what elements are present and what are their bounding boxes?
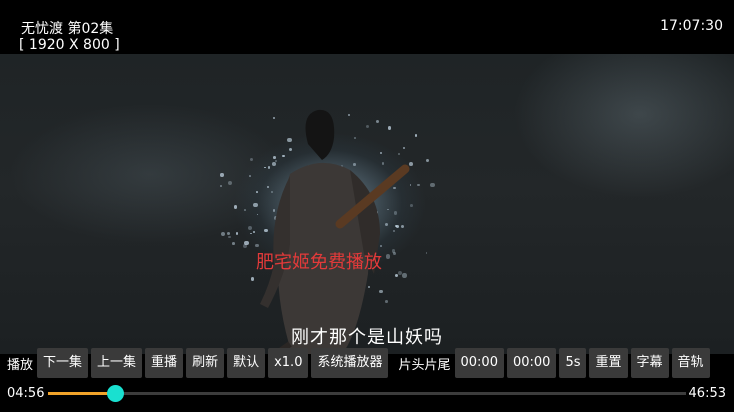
current-time: 04:56: [7, 386, 45, 401]
video-title: 无忧渡 第02集: [21, 21, 114, 37]
step-button[interactable]: 5s: [559, 348, 587, 378]
seek-thumb[interactable]: [107, 385, 125, 402]
video-resolution: [ 1920 X 800 ]: [19, 37, 120, 53]
sparkle-dot: [220, 173, 224, 177]
sparkle-dot: [220, 185, 222, 187]
reset-button[interactable]: 重置: [589, 348, 628, 378]
seek-bar[interactable]: [48, 385, 686, 402]
swordsman-figure: [260, 109, 410, 354]
system-player-button[interactable]: 系统播放器: [311, 348, 389, 378]
control-bar: 播放 下一集 上一集 重播 刷新 默认 x1.0 系统播放器 片头片尾 00:0…: [0, 347, 734, 379]
watermark-text: 肥宅姬免费播放: [256, 252, 382, 273]
total-time: 46:53: [688, 386, 726, 401]
sparkle-dot: [220, 231, 225, 237]
clock: 17:07:30: [660, 18, 723, 34]
refresh-button[interactable]: 刷新: [186, 348, 225, 378]
progress-area: 04:56 46:53: [0, 381, 734, 407]
subtitle-text: 刚才那个是山妖吗: [291, 327, 443, 348]
seek-fill: [48, 392, 116, 395]
intro-time-button[interactable]: 00:00: [454, 348, 504, 378]
replay-button[interactable]: 重播: [145, 348, 184, 378]
prev-episode-button[interactable]: 上一集: [91, 348, 143, 378]
subtitle-button[interactable]: 字幕: [630, 348, 669, 378]
video-player[interactable]: 无忧渡 第02集 [ 1920 X 800 ] 17:07:30 肥宅姬免费播放…: [0, 0, 734, 412]
sparkle-dot: [430, 183, 435, 188]
video-frame[interactable]: [0, 54, 734, 354]
next-episode-button[interactable]: 下一集: [37, 348, 89, 378]
intro-outro-label: 片头片尾: [398, 357, 451, 373]
speed-button[interactable]: x1.0: [268, 348, 309, 378]
outro-time-button[interactable]: 00:00: [506, 348, 557, 378]
default-scale-button[interactable]: 默认: [227, 348, 266, 378]
play-label: 播放: [7, 357, 34, 373]
audio-track-button[interactable]: 音轨: [671, 348, 710, 378]
